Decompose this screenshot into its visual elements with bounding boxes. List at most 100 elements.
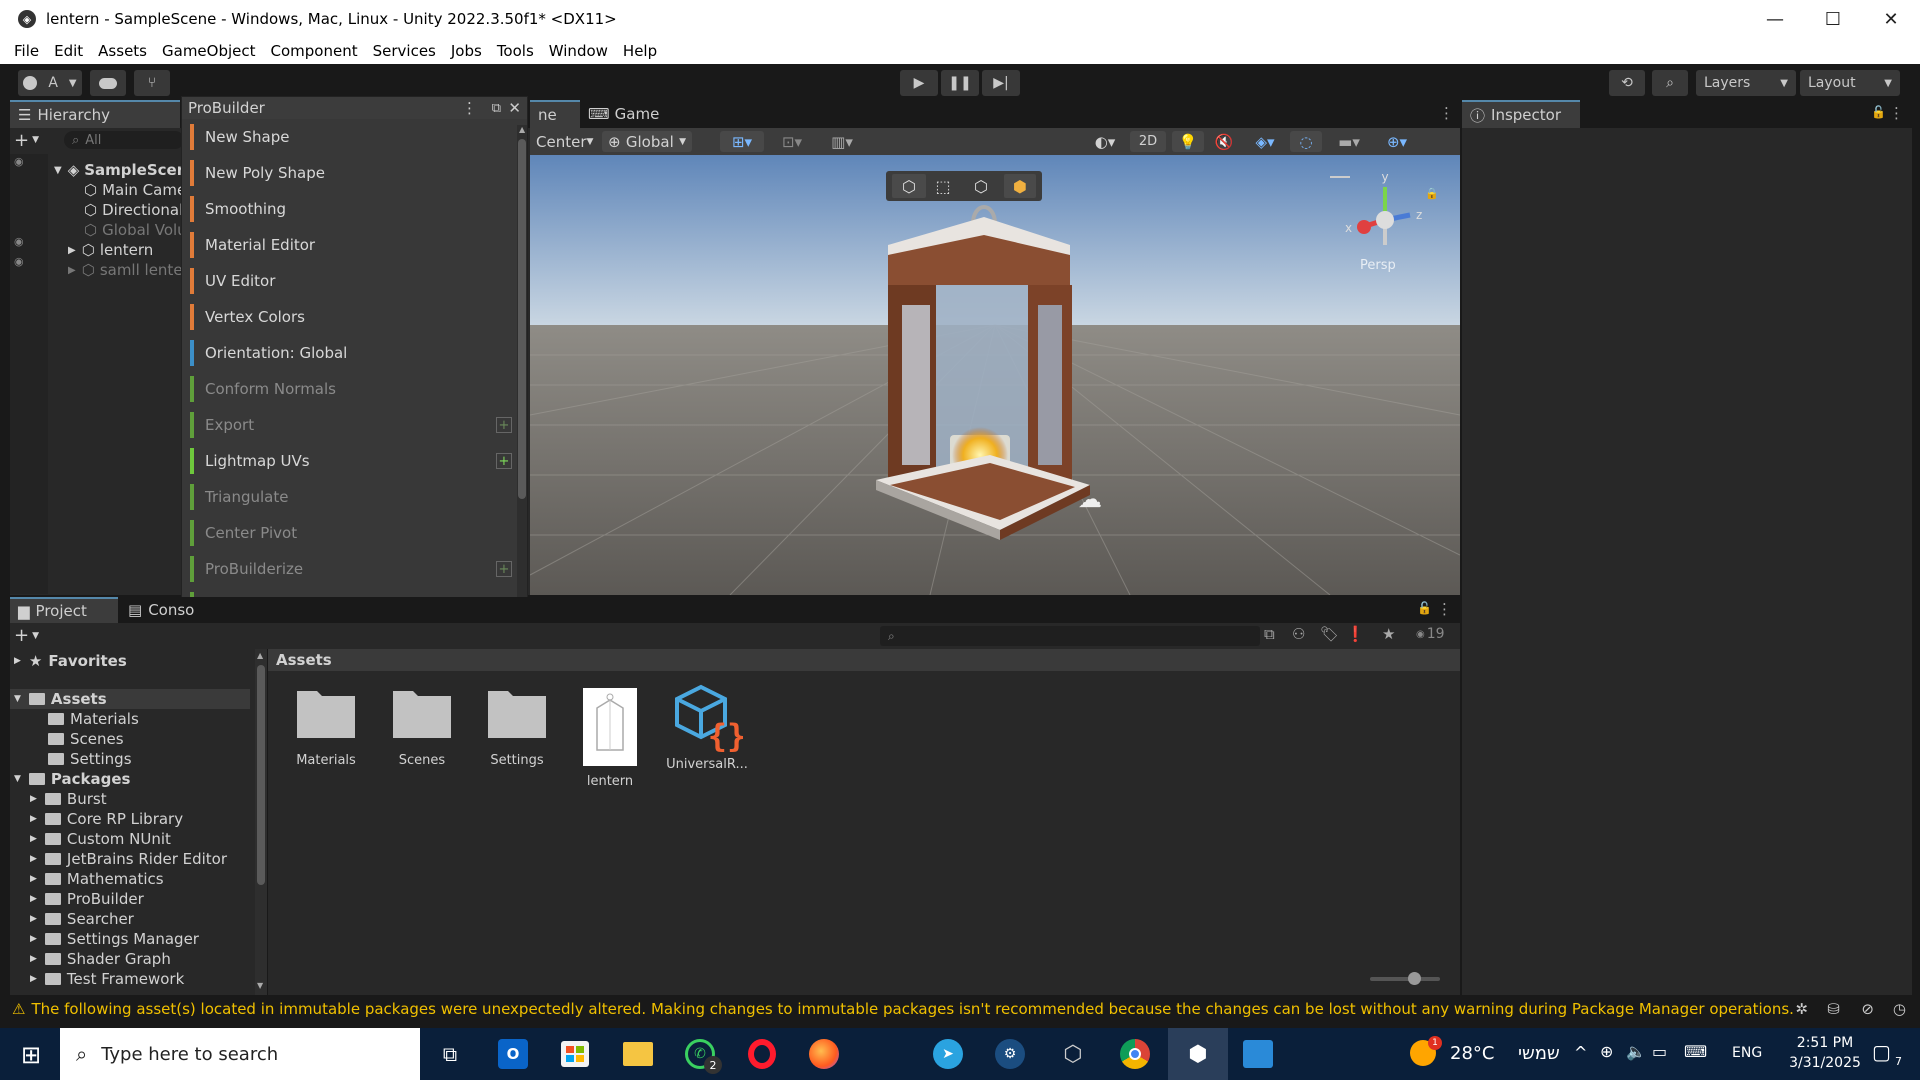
weather-text[interactable]: שמשי: [1518, 1043, 1560, 1064]
pivot-dropdown[interactable]: Center ▼: [530, 131, 593, 152]
whatsapp-icon[interactable]: ✆ 2: [682, 1036, 722, 1074]
menu-component[interactable]: Component: [271, 42, 358, 60]
more-options-icon[interactable]: ⋮: [1437, 600, 1452, 618]
tree-package-item[interactable]: ▶ ProBuilder: [30, 889, 144, 909]
project-search-input[interactable]: ⌕: [880, 626, 1260, 646]
clock[interactable]: 2:51 PM 3/31/2025: [1780, 1033, 1870, 1073]
hidden-packages-count[interactable]: ◉ 19: [1416, 626, 1445, 642]
account-dropdown[interactable]: A ▼: [18, 70, 82, 96]
tab-hierarchy[interactable]: ☰ Hierarchy: [10, 100, 180, 128]
tag-icon[interactable]: 🏷: [1320, 625, 1339, 643]
effects-dropdown[interactable]: ◈▾: [1244, 131, 1286, 152]
hierarchy-item-scene[interactable]: ▼ ◈ SampleScen: [54, 160, 187, 180]
probuilder-item-center-pivot[interactable]: Center Pivot: [190, 518, 490, 548]
version-control-button[interactable]: ⑂: [134, 70, 170, 96]
probuilder-item-orientation-global[interactable]: Orientation: Global: [190, 338, 490, 368]
file-explorer-icon[interactable]: [620, 1036, 656, 1072]
scroll-up-icon[interactable]: ▲: [519, 125, 525, 134]
probuilder-item-material-editor[interactable]: Material Editor: [190, 230, 490, 260]
temperature-label[interactable]: 28°C: [1450, 1043, 1494, 1064]
tray-overflow-chevron-icon[interactable]: ^: [1574, 1043, 1587, 1062]
unity-editor-icon[interactable]: ⬢: [1168, 1028, 1228, 1080]
menu-services[interactable]: Services: [373, 42, 436, 60]
tab-scene[interactable]: ne: [530, 100, 580, 128]
probuilder-item-new-poly-shape[interactable]: New Poly Shape: [190, 158, 490, 188]
probuilder-item-new-shape[interactable]: New Shape: [190, 122, 490, 152]
tree-package-item[interactable]: ▶ Shader Graph: [30, 949, 171, 969]
warning-filter-icon[interactable]: ❗: [1346, 625, 1365, 643]
options-plus-icon[interactable]: +: [496, 561, 512, 577]
layout-dropdown[interactable]: Layout ▼: [1800, 70, 1900, 96]
task-view-icon[interactable]: ⧉: [432, 1036, 468, 1072]
menu-help[interactable]: Help: [623, 42, 657, 60]
asset-folder-materials[interactable]: Materials: [282, 683, 370, 768]
battery-icon[interactable]: ▭: [1652, 1042, 1667, 1061]
close-button[interactable]: ✕: [1862, 0, 1920, 38]
gizmos-dropdown[interactable]: ⊕▾: [1376, 131, 1418, 152]
menu-assets[interactable]: Assets: [98, 42, 147, 60]
icon-size-slider[interactable]: [1370, 972, 1440, 985]
2d-toggle-button[interactable]: 2D: [1130, 131, 1166, 152]
menu-file[interactable]: File: [14, 42, 39, 60]
menu-window[interactable]: Window: [549, 42, 608, 60]
cache-icon[interactable]: ⛁: [1827, 1000, 1840, 1018]
globe-network-icon[interactable]: ⊕: [1600, 1042, 1613, 1061]
opera-icon[interactable]: [744, 1036, 780, 1072]
menu-jobs[interactable]: Jobs: [451, 42, 482, 60]
tab-game[interactable]: ⌨ Game: [580, 100, 670, 128]
tree-favorites[interactable]: ▶ ★ Favorites: [14, 651, 127, 671]
eye-icon[interactable]: ◉: [14, 235, 24, 248]
unity-hub-icon[interactable]: ⬡: [1055, 1036, 1091, 1072]
tree-package-item[interactable]: ▶ Mathematics: [30, 869, 164, 889]
hierarchy-search-input[interactable]: ⌕ All: [64, 131, 184, 149]
search-by-type-icon[interactable]: ⧉: [1264, 625, 1275, 643]
maximize-button[interactable]: ☐: [1804, 0, 1862, 38]
chrome-icon[interactable]: [1117, 1036, 1153, 1072]
tree-folder-scenes[interactable]: Scenes: [48, 729, 124, 749]
probuilder-scroll-thumb[interactable]: [518, 139, 526, 499]
search-button[interactable]: ⌕: [1652, 70, 1688, 96]
asset-folder-scenes[interactable]: Scenes: [378, 683, 466, 768]
grid-snap-button[interactable]: ⊞▾: [720, 131, 764, 152]
layers-dropdown[interactable]: Layers ▼: [1696, 70, 1796, 96]
draw-mode-button[interactable]: ◐▾: [1085, 131, 1125, 152]
create-asset-button[interactable]: + ▼: [14, 625, 39, 646]
asset-folder-settings[interactable]: Settings: [473, 683, 561, 768]
lighting-toggle-button[interactable]: 💡: [1172, 131, 1204, 152]
tree-folder-materials[interactable]: Materials: [48, 709, 139, 729]
tree-package-item[interactable]: ▶ Test Framework: [30, 969, 184, 989]
probuilder-item-export[interactable]: Export +: [190, 410, 512, 440]
telegram-icon[interactable]: ➤: [930, 1036, 966, 1072]
tree-package-item[interactable]: ▶ Searcher: [30, 909, 134, 929]
scene-viewport[interactable]: ⬡ ⬚ ⬡ ⬢ ☁ y x z Persp 🔒: [530, 155, 1460, 595]
hierarchy-item-directional-light[interactable]: ⬡ Directional: [84, 200, 183, 220]
tree-package-item[interactable]: ▶ Burst: [30, 789, 107, 809]
firefox-icon[interactable]: [806, 1036, 842, 1072]
menu-edit[interactable]: Edit: [54, 42, 83, 60]
photos-icon[interactable]: [1240, 1036, 1276, 1072]
add-object-button[interactable]: + ▼: [14, 130, 54, 151]
probuilder-item-triangulate[interactable]: Triangulate: [190, 482, 490, 512]
hierarchy-item-main-camera[interactable]: ⬡ Main Came: [84, 180, 186, 200]
tree-package-item[interactable]: ▶ Settings Manager: [30, 929, 199, 949]
hierarchy-item-lentern[interactable]: ▶ ⬡ lentern: [68, 240, 153, 260]
probuilder-scrollbar[interactable]: ▲ ▼: [517, 125, 527, 635]
auto-generate-lighting-icon[interactable]: ⊘: [1861, 1000, 1874, 1018]
taskbar-search-input[interactable]: ⌕ Type here to search: [60, 1028, 420, 1080]
global-dropdown[interactable]: ⊕ Global ▼: [602, 131, 692, 152]
audio-toggle-button[interactable]: 🔇: [1208, 131, 1240, 152]
keyboard-icon[interactable]: ⌨: [1684, 1042, 1707, 1061]
tree-package-item[interactable]: ▶ Core RP Library: [30, 809, 183, 829]
tab-console[interactable]: ▤ Conso: [120, 597, 210, 623]
tab-inspector[interactable]: ⓘ Inspector: [1462, 100, 1580, 128]
tree-package-item[interactable]: ▶ Custom NUnit: [30, 829, 171, 849]
debug-icon[interactable]: ✲: [1795, 1000, 1808, 1018]
hidden-objects-toggle[interactable]: ◌: [1290, 131, 1322, 152]
scroll-up-icon[interactable]: ▲: [257, 651, 263, 660]
scroll-down-icon[interactable]: ▼: [257, 981, 263, 990]
lock-icon[interactable]: 🔓: [1417, 601, 1432, 615]
step-button[interactable]: ▶|: [982, 70, 1020, 96]
ruler-button[interactable]: ▥▾: [820, 131, 864, 152]
speaker-icon[interactable]: 🔈: [1626, 1042, 1646, 1061]
tree-package-item[interactable]: ▶ JetBrains Rider Editor: [30, 849, 227, 869]
